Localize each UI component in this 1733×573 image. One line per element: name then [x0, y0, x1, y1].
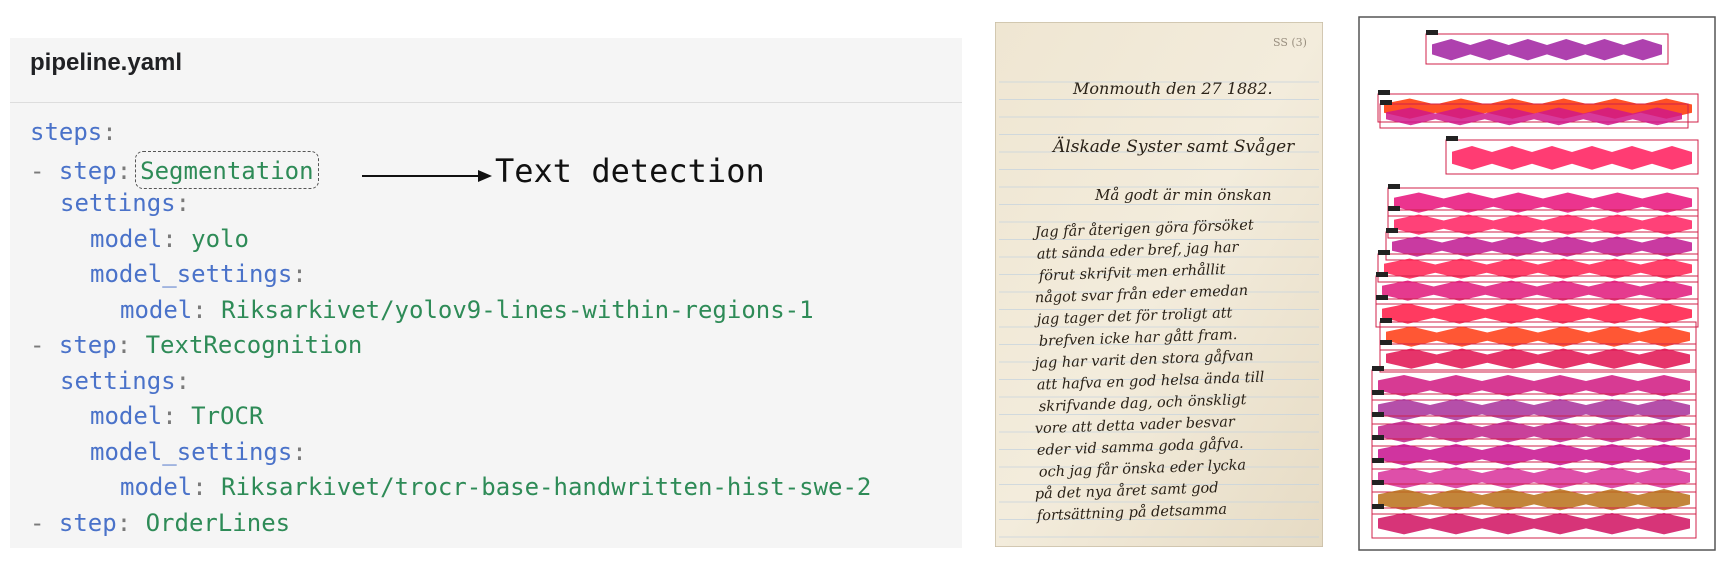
- segmentation-result-image: [1358, 16, 1716, 551]
- code-line-1: steps:: [30, 118, 117, 146]
- yaml-value: Riksarkivet/yolov9-lines-within-regions-…: [221, 295, 814, 324]
- box-label-tag: [1372, 366, 1384, 371]
- yaml-key: model_settings: [90, 437, 293, 466]
- box-label-tag: [1376, 295, 1388, 300]
- code-line-10: model_settings:: [90, 437, 307, 466]
- page-number: SS (3): [1273, 36, 1307, 49]
- yaml-key: settings: [60, 189, 176, 217]
- box-label-tag: [1372, 458, 1384, 463]
- yaml-value: TextRecognition: [145, 331, 363, 359]
- yaml-key: step: [58, 331, 117, 359]
- box-label-tag: [1388, 206, 1400, 211]
- yaml-key: model: [90, 224, 163, 253]
- box-label-tag: [1380, 318, 1392, 323]
- box-label-tag: [1372, 412, 1384, 417]
- yaml-dash: -: [30, 508, 59, 537]
- code-line-8: settings:: [60, 366, 191, 395]
- text-detection-annotation: Text detection: [350, 152, 790, 202]
- yaml-value: TrOCR: [191, 402, 264, 430]
- box-label-tag: [1386, 228, 1398, 233]
- box-label-tag: [1376, 272, 1388, 277]
- box-label-tag: [1372, 504, 1384, 509]
- yaml-key: model: [120, 473, 193, 501]
- box-label-tag: [1378, 250, 1390, 255]
- yaml-key: steps: [30, 118, 103, 146]
- code-line-12: - step: OrderLines: [30, 508, 291, 537]
- yaml-key: model: [90, 402, 163, 430]
- yaml-key: step: [58, 508, 117, 537]
- code-line-4: model: yolo: [90, 224, 249, 253]
- code-line-7: - step: TextRecognition: [30, 331, 363, 359]
- manuscript-image: SS (3) Monmouth den 27 1882. Älskade Sys…: [995, 22, 1323, 547]
- letter-heading-line: Monmouth den 27 1882.: [1072, 79, 1273, 98]
- right-arrow-icon: [362, 170, 492, 182]
- yaml-key: settings: [60, 366, 176, 395]
- yaml-value-segmentation: Segmentation: [140, 156, 314, 185]
- yaml-value: Riksarkivet/trocr-base-handwritten-hist-…: [221, 473, 872, 501]
- box-label-tag: [1372, 435, 1384, 440]
- box-label-tag: [1426, 30, 1438, 35]
- yaml-value: OrderLines: [145, 508, 291, 537]
- segmentation-highlight-box: Segmentation: [135, 150, 319, 189]
- yaml-key: model: [120, 295, 193, 324]
- box-label-tag: [1372, 480, 1384, 485]
- code-line-9: model: TrOCR: [90, 402, 264, 430]
- yaml-key: model_settings: [90, 260, 293, 288]
- box-label-tag: [1380, 340, 1392, 345]
- code-line-5: model_settings:: [90, 260, 307, 288]
- yaml-dash: -: [30, 331, 59, 359]
- box-label-tag: [1378, 90, 1390, 95]
- letter-heading-line: Må godt är min önskan: [1094, 186, 1272, 204]
- letter-heading-line: Älskade Syster samt Svåger: [1051, 136, 1295, 157]
- yaml-value: yolo: [191, 224, 249, 253]
- code-line-11: model: Riksarkivet/trocr-base-handwritte…: [120, 473, 872, 501]
- yaml-dash: -: [30, 156, 59, 185]
- manuscript-page: SS (3) Monmouth den 27 1882. Älskade Sys…: [995, 22, 1323, 547]
- yaml-key: step: [58, 156, 117, 185]
- code-line-6: model: Riksarkivet/yolov9-lines-within-r…: [120, 295, 814, 324]
- code-filename: pipeline.yaml: [10, 38, 962, 103]
- box-label-tag: [1380, 100, 1392, 105]
- box-label-tag: [1446, 136, 1458, 141]
- code-panel: pipeline.yaml steps: - step: Segmentation…: [10, 38, 962, 548]
- box-label-tag: [1388, 184, 1400, 189]
- annotation-label: Text detection: [495, 152, 765, 190]
- box-label-tag: [1372, 390, 1384, 395]
- segmented-page: [1358, 16, 1716, 551]
